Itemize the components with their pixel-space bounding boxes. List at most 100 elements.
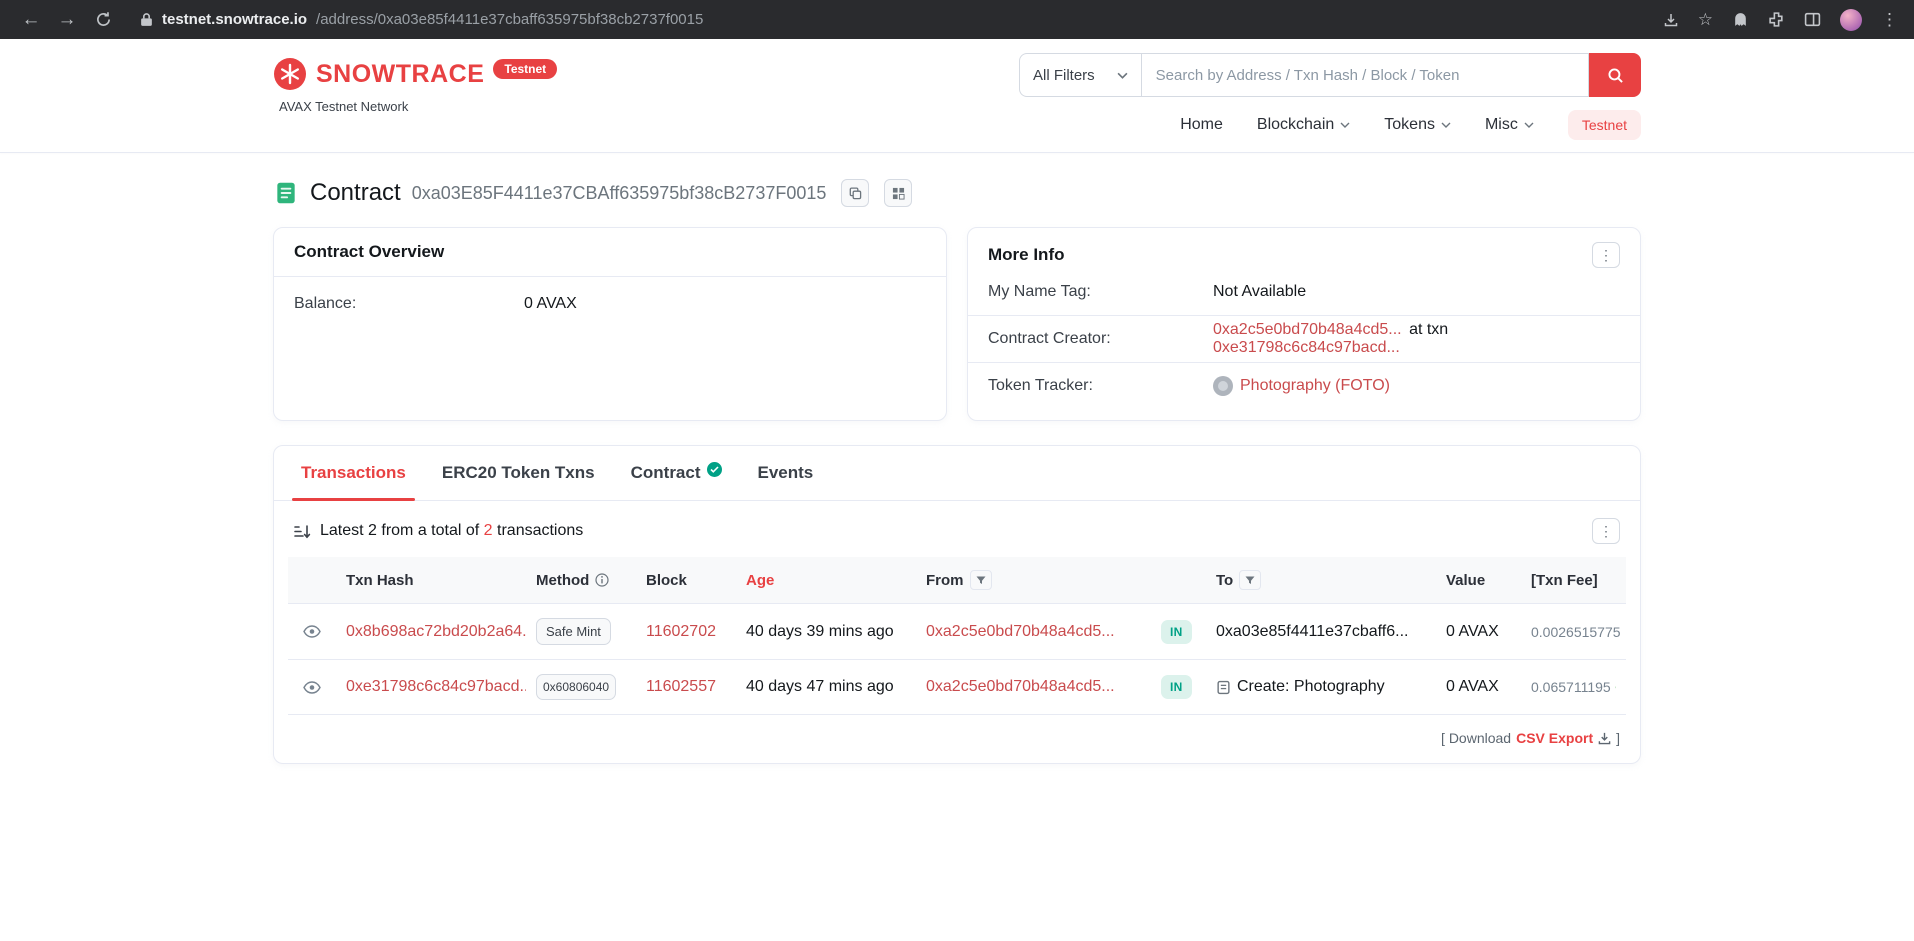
tab-erc20-token-txns[interactable]: ERC20 Token Txns xyxy=(427,446,610,500)
more-info-kebab-icon[interactable]: ⋮ xyxy=(1592,242,1620,268)
balance-label: Balance: xyxy=(294,295,524,313)
nav-item-misc[interactable]: Misc xyxy=(1485,116,1534,134)
from-address-link[interactable]: 0xa2c5e0bd70b48a4cd5... xyxy=(926,678,1115,695)
transactions-card: Transactions ERC20 Token Txns Contract E… xyxy=(273,445,1641,764)
overview-card-title: Contract Overview xyxy=(294,242,444,262)
creation-txn-link[interactable]: 0xe31798c6c84c97bacd... xyxy=(1213,339,1400,356)
col-method: Method xyxy=(526,557,636,604)
from-filter-icon[interactable] xyxy=(970,570,992,590)
browser-forward-icon[interactable]: → xyxy=(52,5,82,35)
balance-value: 0 AVAX xyxy=(524,295,577,313)
search-bar: All Filters xyxy=(1019,53,1641,97)
share-download-icon[interactable] xyxy=(1663,12,1679,28)
transactions-table: Txn Hash Method Block Age From xyxy=(288,557,1626,715)
copy-icon xyxy=(849,187,862,200)
puzzle-extensions-icon[interactable] xyxy=(1768,11,1785,28)
chevron-down-icon xyxy=(1340,122,1350,128)
txn-hash-link[interactable]: 0xe31798c6c84c97bacd... xyxy=(346,678,526,695)
search-filter-select[interactable]: All Filters xyxy=(1019,53,1141,97)
nav-misc-label: Misc xyxy=(1485,116,1518,134)
chevron-down-icon xyxy=(1441,122,1451,128)
chevron-down-icon xyxy=(1524,122,1534,128)
tx-options-kebab-icon[interactable]: ⋮ xyxy=(1592,518,1620,544)
verified-check-icon xyxy=(707,462,722,477)
block-link[interactable]: 11602557 xyxy=(646,678,716,695)
snowtrace-logo-icon[interactable] xyxy=(273,57,307,91)
to-contract-create: Create: Photography xyxy=(1237,678,1385,696)
tx-preview-eye-icon[interactable] xyxy=(298,681,326,694)
token-tracker-link[interactable]: Photography (FOTO) xyxy=(1240,377,1390,395)
to-filter-icon[interactable] xyxy=(1239,570,1261,590)
browser-reload-icon[interactable] xyxy=(88,5,118,35)
txn-hash-link[interactable]: 0x8b698ac72bd20b2a64... xyxy=(346,623,526,640)
download-suffix: ] xyxy=(1616,730,1620,746)
tab-events-label: Events xyxy=(758,463,814,483)
download-prefix: [ Download xyxy=(1441,730,1511,746)
url-domain: testnet.snowtrace.io xyxy=(162,11,307,28)
search-input[interactable] xyxy=(1141,53,1589,97)
csv-export-link[interactable]: CSV Export xyxy=(1516,730,1593,746)
creator-address-link[interactable]: 0xa2c5e0bd70b48a4cd5... xyxy=(1213,321,1402,338)
extension-icon[interactable] xyxy=(1732,11,1749,28)
tab-contract-label: Contract xyxy=(631,463,701,483)
tx-summary-text: Latest 2 from a total of 2 transactions xyxy=(320,522,583,540)
tx-summary-prefix: Latest 2 from a total of xyxy=(320,522,479,539)
table-row: 0x8b698ac72bd20b2a64... Safe Mint 116027… xyxy=(288,604,1626,660)
testnet-network-button[interactable]: Testnet xyxy=(1568,110,1641,140)
contract-address: 0xa03E85F4411e37CBAff635975bf38cB2737F00… xyxy=(412,183,827,204)
table-row: 0xe31798c6c84c97bacd... 0x60806040 11602… xyxy=(288,660,1626,715)
col-eye xyxy=(288,557,336,604)
tab-contract[interactable]: Contract xyxy=(616,446,737,500)
browser-chrome: ← → testnet.snowtrace.io/address/0xa03e8… xyxy=(0,0,1914,39)
copy-address-button[interactable] xyxy=(841,179,869,207)
more-info-card-title: More Info xyxy=(988,245,1065,265)
info-icon[interactable] xyxy=(595,573,609,587)
nav-item-blockchain[interactable]: Blockchain xyxy=(1257,116,1350,134)
search-button[interactable] xyxy=(1589,53,1641,97)
brand-name[interactable]: SNOWTRACE xyxy=(316,57,484,91)
name-tag-label: My Name Tag: xyxy=(988,283,1213,301)
value-cell: 0 AVAX xyxy=(1436,660,1521,715)
tab-events[interactable]: Events xyxy=(743,446,829,500)
browser-menu-kebab-icon[interactable]: ⋮ xyxy=(1881,10,1898,30)
direction-badge: IN xyxy=(1161,620,1192,644)
nav-item-tokens[interactable]: Tokens xyxy=(1384,116,1451,134)
col-direction xyxy=(1151,557,1206,604)
gas-bulb-icon xyxy=(1615,680,1616,695)
chevron-down-icon xyxy=(1117,72,1128,79)
tab-erc20-label: ERC20 Token Txns xyxy=(442,463,595,483)
value-cell: 0 AVAX xyxy=(1436,604,1521,660)
nav-home-label: Home xyxy=(1180,116,1223,134)
txn-fee-value: 0.0026515775 xyxy=(1531,624,1621,640)
col-to: To xyxy=(1206,557,1436,604)
from-address-link[interactable]: 0xa2c5e0bd70b48a4cd5... xyxy=(926,623,1115,640)
browser-back-icon[interactable]: ← xyxy=(16,5,46,35)
block-link[interactable]: 11602702 xyxy=(646,623,716,640)
age-value: 40 days 47 mins ago xyxy=(736,660,916,715)
sort-icon[interactable] xyxy=(294,524,311,539)
qr-code-button[interactable] xyxy=(884,179,912,207)
contract-create-icon xyxy=(1216,680,1231,695)
nav-item-home[interactable]: Home xyxy=(1180,116,1223,134)
tx-summary-count: 2 xyxy=(484,522,493,539)
bookmark-star-icon[interactable]: ☆ xyxy=(1698,10,1713,30)
direction-badge: IN xyxy=(1161,675,1192,699)
brand-testnet-badge: Testnet xyxy=(493,59,557,79)
tx-preview-eye-icon[interactable] xyxy=(298,625,326,638)
col-block: Block xyxy=(636,557,736,604)
brand-block: SNOWTRACE Testnet AVAX Testnet Network xyxy=(273,53,557,140)
browser-url-bar[interactable]: testnet.snowtrace.io/address/0xa03e85f44… xyxy=(140,11,1657,28)
site-header: SNOWTRACE Testnet AVAX Testnet Network A… xyxy=(0,39,1914,153)
secure-lock-icon xyxy=(140,12,153,27)
tab-split-icon[interactable] xyxy=(1804,11,1821,28)
nav-tokens-label: Tokens xyxy=(1384,116,1435,134)
network-label: AVAX Testnet Network xyxy=(279,99,557,114)
tab-transactions-label: Transactions xyxy=(301,463,406,483)
browser-profile-avatar[interactable] xyxy=(1840,9,1862,31)
download-icon xyxy=(1598,732,1611,745)
tab-transactions[interactable]: Transactions xyxy=(286,446,421,500)
age-value: 40 days 39 mins ago xyxy=(736,604,916,660)
qr-grid-icon xyxy=(892,187,905,200)
col-age-sortable[interactable]: Age xyxy=(736,557,916,604)
page-title: Contract xyxy=(310,179,401,207)
